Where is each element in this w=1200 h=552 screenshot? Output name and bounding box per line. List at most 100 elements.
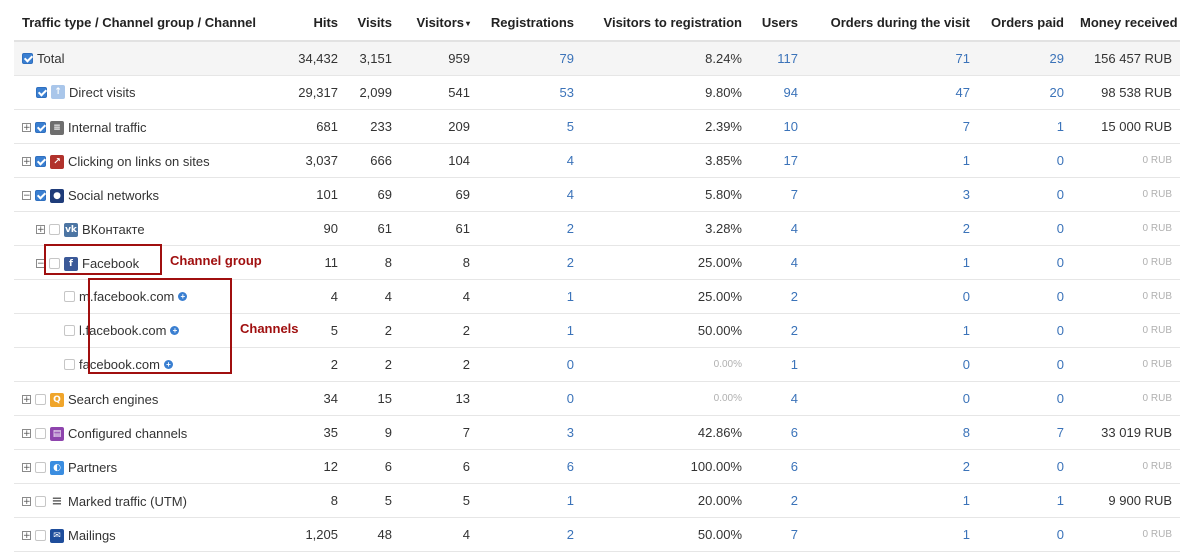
cell-registrations[interactable]: 2 (478, 245, 582, 280)
cell-users[interactable]: 4 (750, 381, 806, 416)
cell-users[interactable]: 2 (750, 313, 806, 348)
cell-registrations[interactable]: 1 (478, 279, 582, 314)
cell-users[interactable]: 4 (750, 245, 806, 280)
cell-users[interactable]: 1 (750, 347, 806, 382)
cell-orders-paid[interactable]: 29 (978, 41, 1072, 76)
table-row[interactable]: + ↗ Clicking on links on sites 3,037 666 104 4… (14, 143, 1180, 178)
row-checkbox[interactable] (35, 530, 46, 541)
row-checkbox[interactable] (35, 462, 46, 473)
cell-orders-during-visit[interactable]: 7 (806, 109, 978, 144)
table-row[interactable]: + ≡ Marked traffic (UTM) 8 5 5 1 20.00% 2 1 1 9 900… (14, 483, 1180, 518)
cell-users[interactable]: 94 (750, 75, 806, 110)
col-users[interactable]: Users (750, 4, 806, 42)
cell-orders-paid[interactable]: 0 (978, 347, 1072, 382)
col-money-received[interactable]: Money received (1072, 4, 1180, 42)
expand-icon[interactable]: + (22, 123, 31, 133)
cell-orders-paid[interactable]: 0 (978, 177, 1072, 212)
cell-orders-paid[interactable]: 1 (978, 109, 1072, 144)
expand-icon[interactable]: + (22, 429, 31, 439)
cell-registrations[interactable]: 1 (478, 313, 582, 348)
cell-orders-during-visit[interactable]: 71 (806, 41, 978, 76)
cell-orders-paid[interactable]: 0 (978, 313, 1072, 348)
col-visits[interactable]: Visits (346, 4, 400, 42)
cell-orders-during-visit[interactable]: 8 (806, 415, 978, 450)
row-checkbox[interactable] (22, 52, 33, 64)
cell-orders-paid[interactable]: 0 (978, 143, 1072, 178)
cell-orders-during-visit[interactable]: 0 (806, 279, 978, 314)
cell-users[interactable]: 2 (750, 483, 806, 518)
row-checkbox[interactable] (35, 122, 46, 133)
col-hits[interactable]: Hits (284, 4, 346, 42)
col-visitors[interactable]: Visitors ▾ (400, 4, 478, 42)
row-checkbox[interactable] (64, 358, 75, 370)
table-row[interactable]: + vk ВКонтакте 90 61 61 2 3.28% 4 2 0 0 RUB (14, 211, 1180, 246)
cell-orders-paid[interactable]: 20 (978, 75, 1072, 110)
col-orders-paid[interactable]: Orders paid (978, 4, 1072, 42)
row-checkbox[interactable] (64, 290, 75, 302)
row-checkbox[interactable] (35, 428, 46, 439)
expand-icon[interactable]: + (22, 157, 31, 167)
row-checkbox[interactable] (36, 86, 47, 98)
col-registrations[interactable]: Registrations (478, 4, 582, 42)
cell-registrations[interactable]: 0 (478, 347, 582, 382)
col-visitors-to-registration[interactable]: Visitors to registration (582, 4, 750, 42)
col-name[interactable]: Traffic type / Channel group / Channel (14, 4, 284, 42)
collapse-icon[interactable]: − (22, 191, 31, 201)
cell-orders-paid[interactable]: 0 (978, 279, 1072, 314)
cell-users[interactable]: 4 (750, 211, 806, 246)
cell-registrations[interactable]: 53 (478, 75, 582, 110)
cell-orders-during-visit[interactable]: 1 (806, 483, 978, 518)
cell-orders-during-visit[interactable]: 1 (806, 143, 978, 178)
cell-orders-during-visit[interactable]: 1 (806, 313, 978, 348)
row-checkbox[interactable] (35, 496, 46, 507)
cell-users[interactable]: 10 (750, 109, 806, 144)
cell-registrations[interactable]: 1 (478, 483, 582, 518)
cell-users[interactable]: 2 (750, 279, 806, 314)
cell-users[interactable]: 7 (750, 177, 806, 212)
cell-registrations[interactable]: 79 (478, 41, 582, 76)
cell-orders-during-visit[interactable]: 1 (806, 517, 978, 552)
cell-orders-during-visit[interactable]: 3 (806, 177, 978, 212)
cell-users[interactable]: 117 (750, 41, 806, 76)
cell-registrations[interactable]: 2 (478, 517, 582, 552)
cell-orders-paid[interactable]: 0 (978, 517, 1072, 552)
table-row[interactable]: + ≡ Internal traffic 681 233 209 5 2.39% 10 7 1 15 … (14, 109, 1180, 144)
expand-icon[interactable]: + (22, 497, 31, 507)
cell-users[interactable]: 17 (750, 143, 806, 178)
cell-orders-during-visit[interactable]: 0 (806, 347, 978, 382)
cell-orders-during-visit[interactable]: 0 (806, 381, 978, 416)
row-checkbox[interactable] (35, 190, 46, 201)
row-checkbox[interactable] (35, 394, 46, 405)
table-row[interactable]: + ▤ Configured channels 35 9 7 3 42.86% 6 8 7 33 01… (14, 415, 1180, 450)
expand-icon[interactable]: + (22, 531, 31, 541)
cell-orders-paid[interactable]: 0 (978, 211, 1072, 246)
table-row[interactable]: + ✉ Mailings 1,205 48 4 2 50.00% 7 1 0 0 RUB (14, 517, 1180, 552)
cell-orders-during-visit[interactable]: 2 (806, 449, 978, 484)
cell-orders-paid[interactable]: 0 (978, 449, 1072, 484)
row-checkbox[interactable] (64, 324, 75, 336)
cell-users[interactable]: 6 (750, 449, 806, 484)
expand-icon[interactable]: + (22, 395, 31, 405)
cell-registrations[interactable]: 4 (478, 177, 582, 212)
cell-users[interactable]: 6 (750, 415, 806, 450)
table-row[interactable]: Total 34,432 3,151 959 79 8.24% 117 71 29 156 457… (14, 41, 1180, 76)
expand-icon[interactable]: + (36, 225, 45, 235)
cell-registrations[interactable]: 6 (478, 449, 582, 484)
cell-registrations[interactable]: 0 (478, 381, 582, 416)
cell-registrations[interactable]: 2 (478, 211, 582, 246)
col-orders-during-visit[interactable]: Orders during the visit (806, 4, 978, 42)
cell-registrations[interactable]: 4 (478, 143, 582, 178)
cell-orders-paid[interactable]: 7 (978, 415, 1072, 450)
table-row[interactable]: + ◐ Partners 12 6 6 6 100.00% 6 2 0 0 RUB (14, 449, 1180, 484)
cell-orders-paid[interactable]: 0 (978, 381, 1072, 416)
row-checkbox[interactable] (49, 224, 60, 235)
cell-registrations[interactable]: 3 (478, 415, 582, 450)
table-row[interactable]: ↑ Direct visits 29,317 2,099 541 53 9.80% 94 47 2… (14, 75, 1180, 110)
cell-registrations[interactable]: 5 (478, 109, 582, 144)
cell-users[interactable]: 7 (750, 517, 806, 552)
table-row[interactable]: + Q Search engines 34 15 13 0 0.00% 4 0 0 0 RUB (14, 381, 1180, 416)
cell-orders-during-visit[interactable]: 47 (806, 75, 978, 110)
expand-icon[interactable]: + (22, 463, 31, 473)
row-checkbox[interactable] (35, 156, 46, 167)
cell-orders-during-visit[interactable]: 2 (806, 211, 978, 246)
